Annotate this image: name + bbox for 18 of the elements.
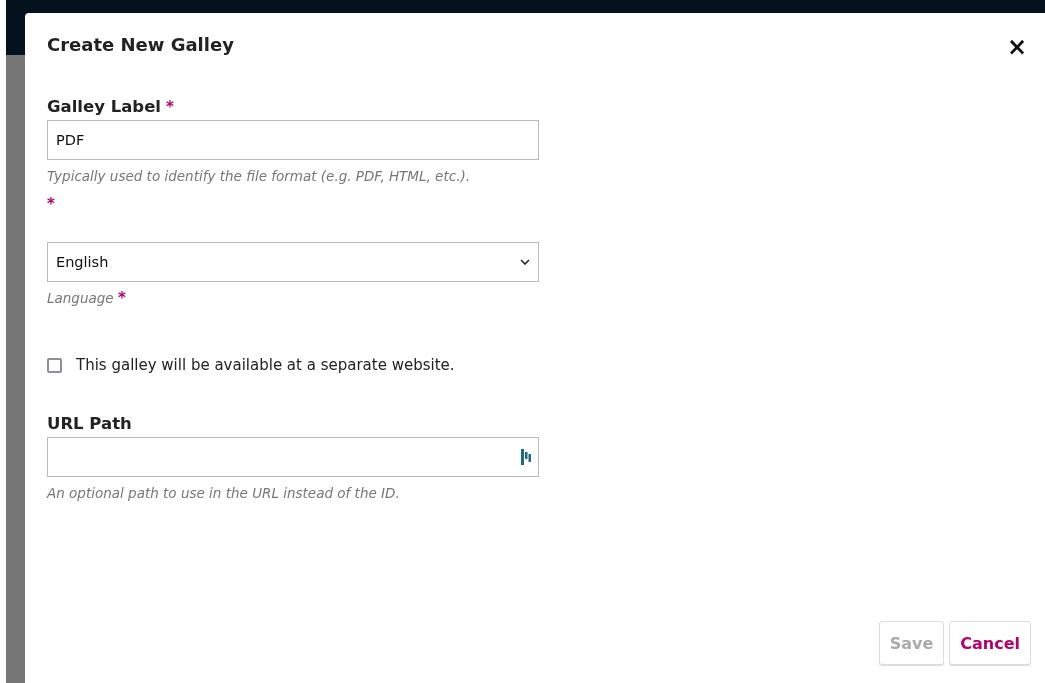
language-dropdown[interactable]: English: [47, 242, 539, 282]
text-field[interactable]: [47, 437, 539, 477]
cancel-button[interactable]: Cancel: [949, 621, 1031, 665]
required-mark: *: [117, 289, 126, 307]
checkbox[interactable]: [47, 357, 62, 373]
bars-icon[interactable]: [521, 449, 531, 465]
field-label: Galley Label: [47, 97, 161, 116]
chevron-down-icon: [520, 259, 530, 265]
required-mark: *: [166, 98, 174, 116]
close-button[interactable]: ×: [1002, 33, 1031, 61]
dialog-title: Create New Galley: [47, 33, 234, 55]
checkbox-label[interactable]: This galley will be available at a separate website.: [76, 356, 455, 374]
help-text: Typically used to identify the file format (e.g. PDF, HTML, etc.).: [47, 168, 470, 184]
help-text: Language: [47, 290, 114, 306]
text-field[interactable]: PDF: [47, 120, 539, 160]
help-text: An optional path to use in the URL instead of the ID.: [47, 484, 401, 503]
required-mark: *: [47, 195, 55, 213]
field-label: URL Path: [47, 414, 132, 433]
